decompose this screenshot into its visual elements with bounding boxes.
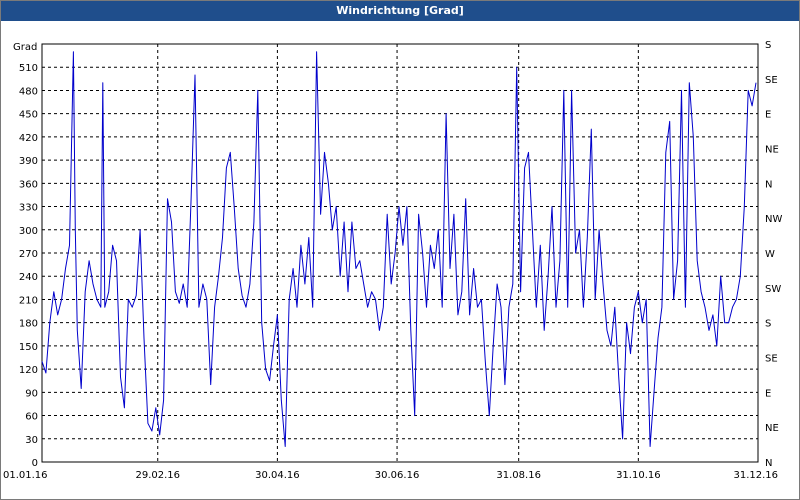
y-tick-label: 300 [19,226,38,237]
y-tick-label: 210 [19,295,38,306]
direction-label: SE [765,75,778,86]
right-direction-labels: N NE E SE S SW W NW N NE E SE S [765,40,782,469]
y-tick-label: 60 [25,412,38,423]
series-layer [41,51,757,447]
x-tick-label: 29.02.16 [135,470,180,481]
y-tick-label: 90 [25,388,38,399]
window-title: Windrichtung [Grad] [1,1,799,21]
x-tick-label: 30.04.16 [255,470,300,481]
line-chart: Grad 0 30 60 90 120 150 180 210 240 270 300 330 360 3… [3,40,782,481]
y-tick-labels: 0 30 60 90 120 150 180 210 240 270 300 330 360 390 420… [19,63,38,469]
y-tick-label: 240 [19,272,38,283]
x-tick-label: 31.10.16 [616,470,661,481]
x-tick-label: 30.06.16 [375,470,420,481]
direction-label: NE [765,145,779,156]
direction-label: NE [765,423,779,434]
series-line [41,51,757,447]
direction-label: SW [765,284,781,295]
x-tick-label: 31.12.16 [733,470,778,481]
y-tick-label: 120 [19,365,38,376]
y-tick-label: 270 [19,249,38,260]
x-tick-labels: 01.01.16 29.02.16 30.04.16 30.06.16 31.08.16… [3,470,778,481]
y-tick-label: 150 [19,342,38,353]
chart-window: Windrichtung [Grad] Grad 0 30 60 90 120 150 18… [0,0,800,500]
y-axis-label: Grad [13,42,37,53]
direction-label: SE [765,354,778,365]
y-tick-label: 480 [19,86,38,97]
direction-label: N [765,458,772,469]
direction-label: E [765,110,771,121]
y-tick-label: 0 [32,458,38,469]
y-tick-label: 510 [19,63,38,74]
x-tick-label: 01.01.16 [3,470,48,481]
y-tick-label: 420 [19,133,38,144]
grid-lines [42,44,758,462]
direction-label: NW [765,214,782,225]
x-tick-label: 31.08.16 [496,470,541,481]
direction-label: S [765,319,771,330]
y-tick-label: 180 [19,319,38,330]
direction-label: N [765,179,772,190]
y-tick-label: 390 [19,156,38,167]
y-tick-label: 450 [19,110,38,121]
y-tick-label: 30 [25,435,38,446]
direction-label: W [765,249,775,260]
direction-label: E [765,388,771,399]
y-tick-label: 330 [19,203,38,214]
direction-label: S [765,40,771,51]
y-tick-label: 360 [19,179,38,190]
